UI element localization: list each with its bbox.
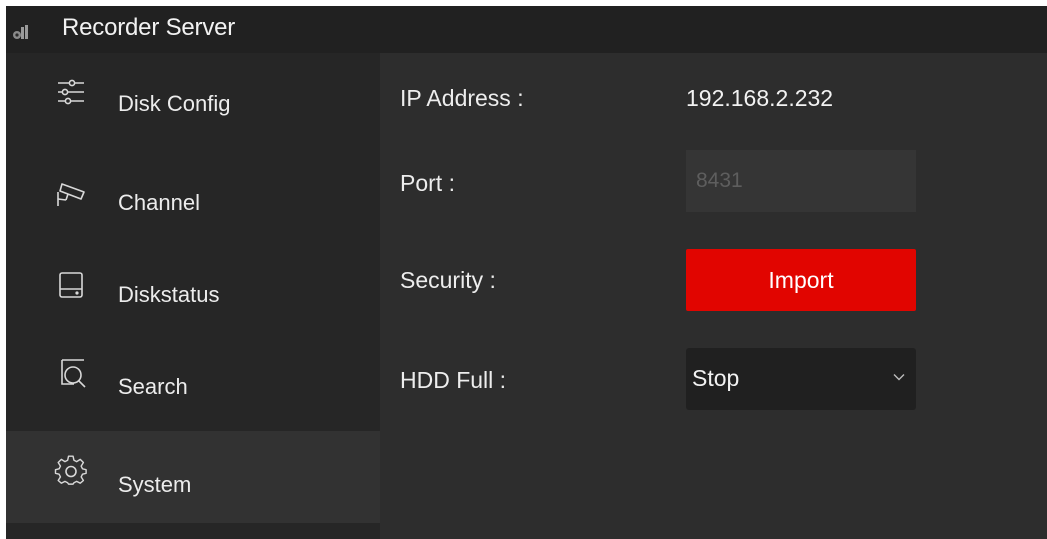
sidebar-item-label: Channel [118,190,200,215]
search-icon [54,357,88,391]
chevron-down-icon [892,370,906,384]
sidebar-item-label: Diskstatus [118,282,220,307]
hdd-full-select[interactable]: Stop [686,348,916,410]
port-field[interactable] [686,150,916,212]
recorder-server-window: Recorder Server Disk Config Channel Disk… [6,6,1047,539]
import-button[interactable]: Import [686,249,916,311]
system-settings-panel: IP Address : 192.168.2.232 Port : Securi… [380,53,1047,539]
sidebar-item-diskstatus[interactable]: Diskstatus [6,237,380,329]
ip-address-value: 192.168.2.232 [686,85,834,111]
disk-icon [54,268,88,302]
ip-address-label: IP Address : [400,85,524,111]
app-logo-icon [12,23,30,41]
hdd-full-label: HDD Full : [400,367,507,393]
sidebar-item-label: Disk Config [118,91,231,116]
sidebar-item-channel[interactable]: Channel [6,145,380,237]
port-label: Port : [400,170,455,196]
sidebar-item-label: Search [118,374,188,399]
sidebar-item-label: System [118,472,192,497]
window-title: Recorder Server [62,14,236,41]
security-label: Security : [400,267,496,293]
sidebar-item-system[interactable]: System [6,431,380,523]
sidebar-item-disk-config[interactable]: Disk Config [6,53,380,145]
sidebar-item-search[interactable]: Search [6,329,380,421]
sidebar: Disk Config Channel Diskstatus Search Sy… [6,53,380,539]
camera-icon [54,174,88,208]
sliders-icon [54,75,88,109]
gear-icon [54,455,88,489]
hdd-full-selected-value: Stop [692,365,740,391]
title-bar: Recorder Server [6,6,1047,53]
